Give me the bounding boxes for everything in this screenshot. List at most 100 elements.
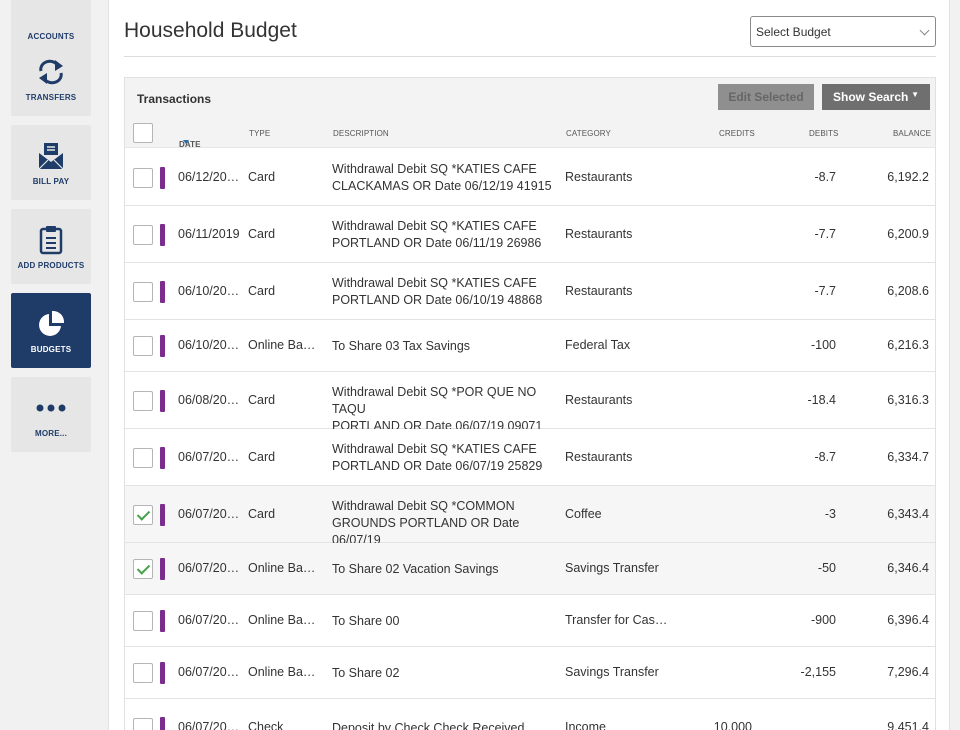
chevron-down-icon [919,25,930,36]
row-checkbox[interactable] [133,168,153,188]
table-row[interactable]: 06/08/2019 Card Withdrawal Debit SQ *POR Q… [125,372,935,433]
sort-desc-icon [183,140,189,144]
table-row[interactable]: 06/07/2019 Check Deposit by Check Check Re… [125,699,935,730]
row-checkbox[interactable] [133,718,153,730]
row-balance: 6,334.7 [887,450,929,464]
row-date: 06/07/2019 [178,507,240,521]
row-date: 06/10/2019 [178,338,240,352]
row-balance: 6,192.2 [887,170,929,184]
row-balance: 6,216.3 [887,338,929,352]
row-debits: -2,155 [800,665,836,679]
row-type: Card [248,284,276,298]
row-description-line1: Deposit by Check Check Received [332,721,525,730]
row-description: Withdrawal Debit SQ *POR QUE NO TAQU PORT… [332,384,560,435]
table-row[interactable]: 06/07/2019 Card Withdrawal Debit SQ *COMMO… [125,486,935,547]
row-date: 06/07/2019 [178,613,240,627]
row-checkbox[interactable] [133,282,153,302]
table-row[interactable]: 06/10/2019 Online Banking To Share 03 Tax … [125,320,935,372]
row-balance: 9,451.4 [887,720,929,730]
row-date: 06/07/2019 [178,720,240,730]
table-row[interactable]: 06/07/2019 Online Banking To Share 02 Vaca… [125,543,935,595]
sidebar-item-add-products[interactable]: ADD PRODUCTS [11,209,91,284]
row-date: 06/07/2019 [178,561,240,575]
row-description: Withdrawal Debit SQ *KATIES CAFE PORTLAND… [332,218,560,252]
row-checkbox[interactable] [133,663,153,683]
row-category[interactable]: Restaurants [565,227,669,241]
row-debits: -50 [817,561,836,575]
row-debits: -100 [810,338,836,352]
row-description: To Share 00 [332,613,560,630]
select-budget-dropdown[interactable]: Select Budget [750,16,936,47]
row-checkbox[interactable] [133,336,153,356]
row-type: Card [248,393,276,407]
column-debits[interactable]: DEBITS [809,129,839,138]
row-checkbox[interactable] [133,448,153,468]
select-all-checkbox[interactable] [133,123,153,143]
row-checkbox[interactable] [133,225,153,245]
column-credits[interactable]: CREDITS [719,129,755,138]
table-row[interactable]: 06/12/2019 Card Withdrawal Debit SQ *KATIE… [125,149,935,206]
row-category[interactable]: Federal Tax [565,338,669,352]
sidebar-item-budgets[interactable]: BUDGETS [11,293,91,368]
sidebar-item-transfers[interactable]: TRANSFERS [11,41,91,116]
row-checkbox[interactable] [133,559,153,579]
row-type: Check [248,720,284,730]
row-category[interactable]: Coffee [565,507,669,521]
row-description-line2: PORTLAND OR Date 06/07/19 25829 [332,459,543,473]
transactions-panel: Transactions Edit Selected Show Search ▼… [124,77,936,730]
row-balance: 6,316.3 [887,393,929,407]
row-description-line2: PORTLAND OR Date 06/11/19 26986 [332,236,542,250]
row-checkbox[interactable] [133,391,153,411]
column-balance[interactable]: BALANCE [893,129,931,138]
row-description: Withdrawal Debit SQ *KATIES CAFE CLACKAMA… [332,161,560,195]
title-divider [124,56,936,57]
row-description-line1: Withdrawal Debit SQ *COMMON [332,499,515,513]
show-search-button[interactable]: Show Search ▼ [822,84,930,110]
row-category[interactable]: Savings Transfer [565,561,669,575]
row-type: Card [248,170,276,184]
row-category[interactable]: Restaurants [565,170,669,184]
main-content: Household Budget Select Budget Transacti… [108,0,950,730]
row-date: 06/11/2019 [178,227,240,241]
row-category[interactable]: Savings Transfer [565,665,669,679]
category-color-bar [160,447,165,469]
row-category[interactable]: Restaurants [565,393,669,407]
row-description: Withdrawal Debit SQ *COMMON GROUNDS PORTL… [332,498,560,549]
sidebar-item-label: ACCOUNTS [27,32,75,41]
page-title: Household Budget [124,19,297,42]
panel-title: Transactions [137,92,212,106]
row-description-line1: To Share 02 Vacation Savings [332,562,499,576]
row-checkbox[interactable] [133,611,153,631]
row-description: Withdrawal Debit SQ *KATIES CAFE PORTLAND… [332,275,560,309]
row-category[interactable]: Income [565,720,669,730]
table-row[interactable]: 06/07/2019 Card Withdrawal Debit SQ *KATIE… [125,429,935,486]
column-description[interactable]: DESCRIPTION [333,129,389,138]
row-credits: 10,000 [713,720,752,730]
row-type: Card [248,507,276,521]
row-description-line1: Withdrawal Debit SQ *KATIES CAFE [332,442,537,456]
category-color-bar [160,281,165,303]
column-category[interactable]: CATEGORY [566,129,611,138]
row-checkbox[interactable] [133,505,153,525]
row-balance: 6,343.4 [887,507,929,521]
table-row[interactable]: 06/07/2019 Online Banking To Share 02 Savin… [125,647,935,699]
row-category[interactable]: Restaurants [565,450,669,464]
sidebar-item-bill-pay[interactable]: BILL PAY [11,125,91,200]
column-type[interactable]: TYPE [249,129,270,138]
edit-selected-button[interactable]: Edit Selected [718,84,814,110]
row-balance: 6,396.4 [887,613,929,627]
row-description-line1: Withdrawal Debit SQ *POR QUE NO TAQU [332,385,537,416]
row-description-line1: To Share 00 [332,614,400,628]
row-date: 06/12/2019 [178,170,240,184]
row-description: Withdrawal Debit SQ *KATIES CAFE PORTLAND… [332,441,560,475]
category-color-bar [160,662,165,684]
table-row[interactable]: 06/10/2019 Card Withdrawal Debit SQ *KATIE… [125,263,935,320]
row-category[interactable]: Transfer for Cash Withdrawal [565,613,669,627]
row-date: 06/07/2019 [178,450,240,464]
row-description: Deposit by Check Check Received [332,720,560,730]
sidebar-item-more[interactable]: MORE... [11,377,91,452]
panel-header: Transactions Edit Selected Show Search ▼ [125,78,935,118]
table-row[interactable]: 06/07/2019 Online Banking To Share 00 Trans… [125,595,935,647]
row-category[interactable]: Restaurants [565,284,669,298]
table-row[interactable]: 06/11/2019 Card Withdrawal Debit SQ *KATIE… [125,206,935,263]
